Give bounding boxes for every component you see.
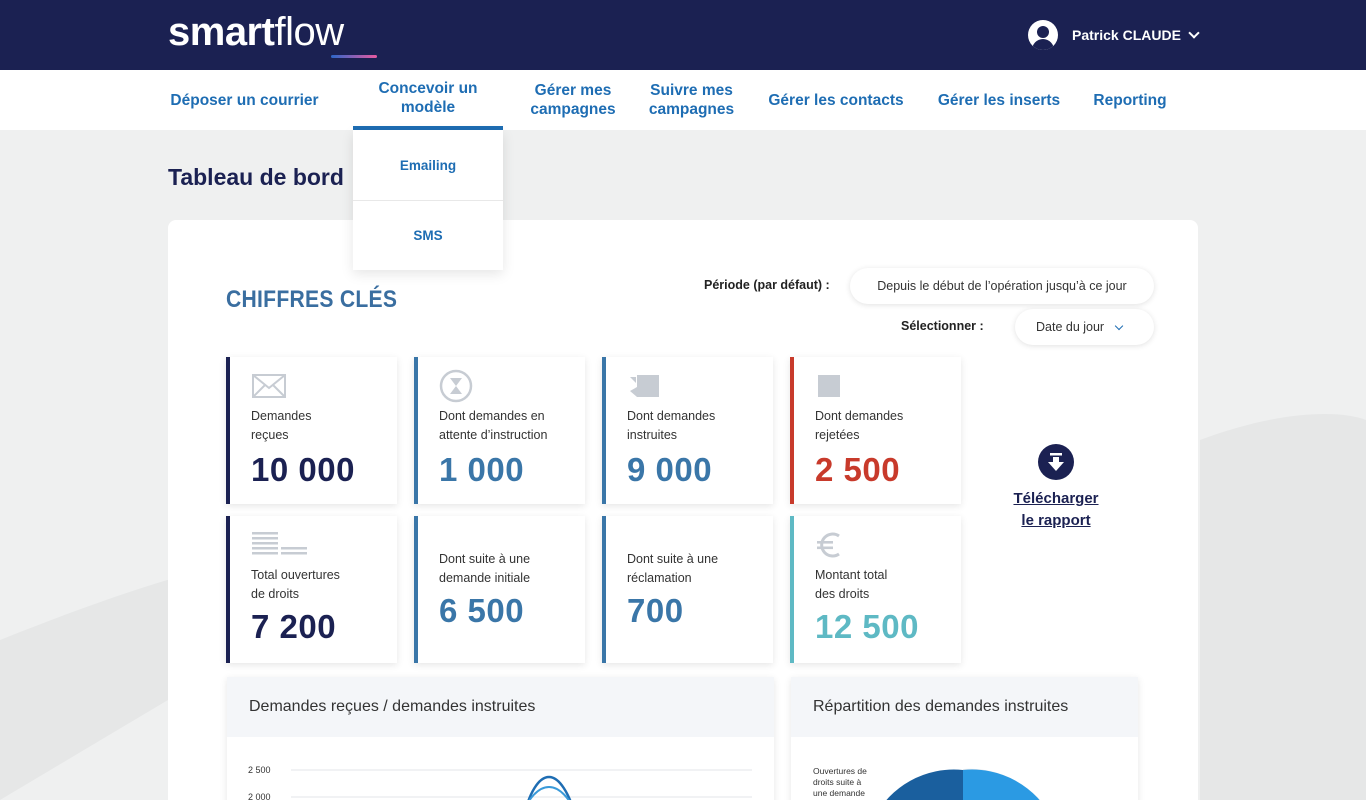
kpi-card-demandes-rejetees: Dont demandes rejetées 2 500 [790, 357, 961, 504]
kpi-card-montant-droits: Montant total des droits 12 500 [790, 516, 961, 663]
nav-reporting[interactable]: Reporting [1090, 70, 1170, 130]
envelope-icon [252, 374, 286, 398]
user-name: Patrick CLAUDE [1072, 27, 1181, 43]
rejected-icon [818, 375, 840, 397]
user-menu[interactable]: Patrick CLAUDE [1028, 20, 1200, 50]
kpi-value: 7 200 [251, 608, 337, 645]
y-tick-label: 2 000 [248, 792, 271, 800]
nav-gerer-inserts[interactable]: Gérer les inserts [934, 70, 1064, 130]
kpi-value: 6 500 [439, 592, 525, 629]
dropdown-item-emailing[interactable]: Emailing [353, 130, 503, 200]
page-title: Tableau de bord [168, 164, 344, 190]
kpi-label: Montant total des droits [815, 568, 888, 601]
top-header: smartflow Patrick CLAUDE [0, 0, 1366, 70]
main-nav: Déposer un courrier Concevoir un modèle … [0, 70, 1366, 130]
pie-label-line2: droits suite à [813, 777, 861, 787]
section-title: CHIFFRES CLÉS [226, 286, 398, 313]
nav-deposer-courrier[interactable]: Déposer un courrier [167, 70, 322, 130]
nav-suivre-campagnes[interactable]: Suivre mes campagnes [644, 70, 739, 130]
select-label: Sélectionner : [901, 319, 984, 333]
kpi-label: Dont demandes instruites [627, 409, 716, 442]
download-icon [1038, 444, 1074, 480]
period-value[interactable]: Depuis le début de l’opération jusqu’à c… [850, 268, 1154, 304]
chevron-down-icon [1188, 27, 1200, 39]
kpi-value: 700 [627, 592, 684, 629]
period-label: Période (par défaut) : [704, 278, 830, 292]
line-chart: 2 500 2 000 [248, 765, 752, 800]
hourglass-icon [439, 369, 473, 403]
dropdown-item-sms[interactable]: SMS [353, 200, 503, 270]
concevoir-dropdown: Emailing SMS [353, 130, 503, 270]
pie-slice-dark [886, 769, 963, 800]
kpi-value: 2 500 [815, 451, 901, 488]
smartflow-logo[interactable]: smartflow [168, 10, 344, 54]
kpi-label: Dont demandes rejetées [815, 409, 904, 442]
euro-icon [817, 532, 840, 558]
kpi-card-ouvertures-droits: Total ouvertures de droits 7 200 [226, 516, 397, 663]
download-label-line1: Télécharger [1013, 490, 1099, 507]
nav-concevoir-modele[interactable]: Concevoir un modèle [353, 70, 503, 130]
pie-slice-light [963, 769, 1040, 800]
logo-underline [331, 55, 377, 58]
download-label-line2: le rapport [1021, 512, 1091, 529]
dashboard-card: CHIFFRES CLÉS Période (par défaut) : Dep… [168, 220, 1198, 800]
kpi-value: 10 000 [251, 451, 355, 488]
pie-label-line3: une demande [813, 788, 865, 798]
pie-chart-panel: Répartition des demandes instruites Ouve… [791, 677, 1138, 800]
kpi-value: 1 000 [439, 451, 525, 488]
download-report-button[interactable]: Télécharger le rapport [1006, 444, 1106, 532]
user-avatar-icon [1028, 20, 1058, 50]
line-chart-panel: Demandes reçues / demandes instruites 2 … [227, 677, 774, 800]
kpi-card-demandes-recues: Demandes reçues 10 000 [226, 357, 397, 504]
nav-gerer-campagnes[interactable]: Gérer mes campagnes [526, 70, 620, 130]
kpi-value: 9 000 [627, 451, 713, 488]
document-lines-icon [252, 532, 307, 555]
checked-folder-icon [630, 375, 659, 397]
date-select[interactable]: Date du jour [1015, 309, 1154, 345]
kpi-label: Dont suite à une réclamation [627, 552, 719, 585]
panel-title: Demandes reçues / demandes instruites [227, 677, 774, 737]
panel-title: Répartition des demandes instruites [791, 677, 1138, 737]
kpi-label: Dont demandes en attente d’instruction [439, 409, 548, 442]
nav-gerer-contacts[interactable]: Gérer les contacts [764, 70, 908, 130]
pie-chart: Ouvertures de droits suite à une demande [813, 766, 1041, 800]
y-tick-label: 2 500 [248, 765, 271, 775]
kpi-card-attente-instruction: Dont demandes en attente d’instruction 1… [414, 357, 585, 504]
kpi-label: Demandes reçues [251, 409, 312, 442]
kpi-label: Total ouvertures de droits [251, 568, 340, 601]
date-select-value: Date du jour [1036, 320, 1105, 334]
kpi-card-demande-initiale: Dont suite à une demande initiale 6 500 [414, 516, 585, 663]
kpi-label: Dont suite à une demande initiale [439, 552, 531, 585]
pie-label-line1: Ouvertures de [813, 766, 867, 776]
chevron-down-icon [1114, 321, 1124, 330]
kpi-value: 12 500 [815, 608, 919, 645]
kpi-card-reclamation: Dont suite à une réclamation 700 [602, 516, 773, 663]
kpi-card-demandes-instruites: Dont demandes instruites 9 000 [602, 357, 773, 504]
